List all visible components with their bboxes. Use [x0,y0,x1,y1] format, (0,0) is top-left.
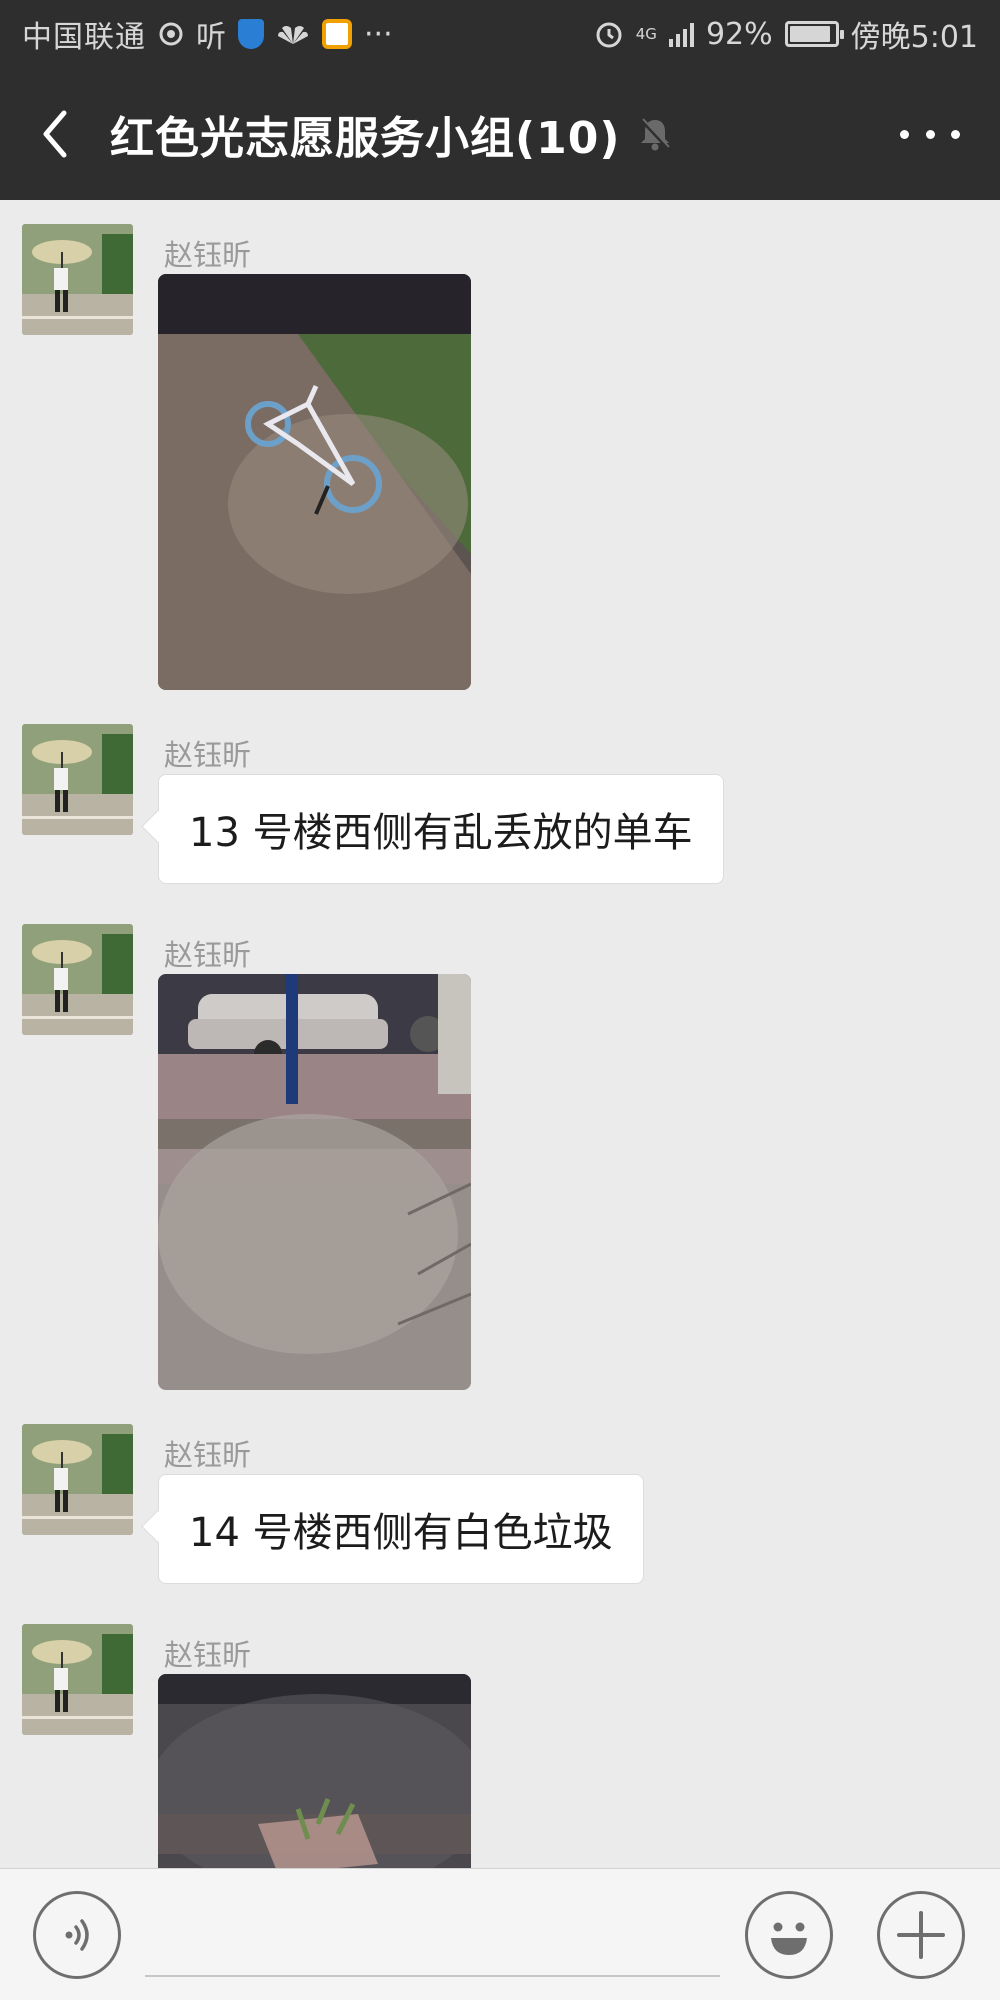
image-message[interactable] [158,974,471,1390]
more-options-button[interactable] [900,114,960,154]
bell-muted-icon [638,116,672,152]
text-message-bubble[interactable]: 14 号楼西侧有白色垃圾 [158,1474,644,1584]
sender-name: 赵钰昕 [164,738,252,772]
emoji-icon [771,1922,807,1955]
chat-header: 红色光志愿服务小组(10) [0,68,1000,200]
emoji-button[interactable] [745,1891,833,1979]
chevron-left-icon [43,110,67,158]
more-dot [900,129,909,139]
battery-icon [784,21,844,47]
listen-app-icon: 听 [196,20,226,55]
plus-icon [897,1911,945,1959]
sender-name: 赵钰昕 [164,1438,252,1472]
network-type: 4G [635,24,657,43]
clock: 傍晚5:01 [850,20,978,55]
alarm-icon [594,19,624,49]
voice-icon [65,1919,89,1951]
more-notifications-icon: ··· [364,16,393,52]
input-bar [0,1868,1000,2000]
voice-button[interactable] [33,1891,121,1979]
more-dot [951,129,960,139]
avatar[interactable] [22,1424,133,1535]
more-dot [925,129,935,139]
status-left: 中国联通 听 ··· [22,12,393,56]
avatar[interactable] [22,1624,133,1735]
avatar[interactable] [22,724,133,835]
image-message[interactable] [158,1674,471,1868]
huawei-icon [276,22,310,46]
status-bar: 中国联通 听 ··· 4G 92% 傍晚5:01 [0,0,1000,68]
hotspot-icon [158,21,184,47]
sender-name: 赵钰昕 [164,238,252,272]
message-text: 13 号楼西侧有乱丢放的单车 [189,810,693,856]
text-message-bubble[interactable]: 13 号楼西侧有乱丢放的单车 [158,774,724,884]
carrier-label: 中国联通 [22,20,146,55]
message-text: 14 号楼西侧有白色垃圾 [189,1510,613,1556]
browser-app-icon [322,19,352,49]
signal-icon [668,21,694,47]
avatar[interactable] [22,924,133,1035]
page-title: 红色光志愿服务小组(10) [110,113,621,164]
chat-area[interactable]: 赵钰昕 赵钰昕 13 号楼西侧有乱丢放的单车 赵钰昕 赵钰昕 14 号楼西侧有白… [0,200,1000,1868]
message-input[interactable] [145,1899,720,1977]
image-message[interactable] [158,274,471,690]
avatar[interactable] [22,224,133,335]
battery-fill [789,26,831,42]
more-functions-button[interactable] [877,1891,965,1979]
shield-icon [238,19,264,49]
back-button[interactable] [0,68,110,200]
sender-name: 赵钰昕 [164,938,252,972]
status-right: 4G 92% 傍晚5:01 [594,12,978,56]
battery-percent: 92% [705,16,773,52]
sender-name: 赵钰昕 [164,1638,252,1672]
